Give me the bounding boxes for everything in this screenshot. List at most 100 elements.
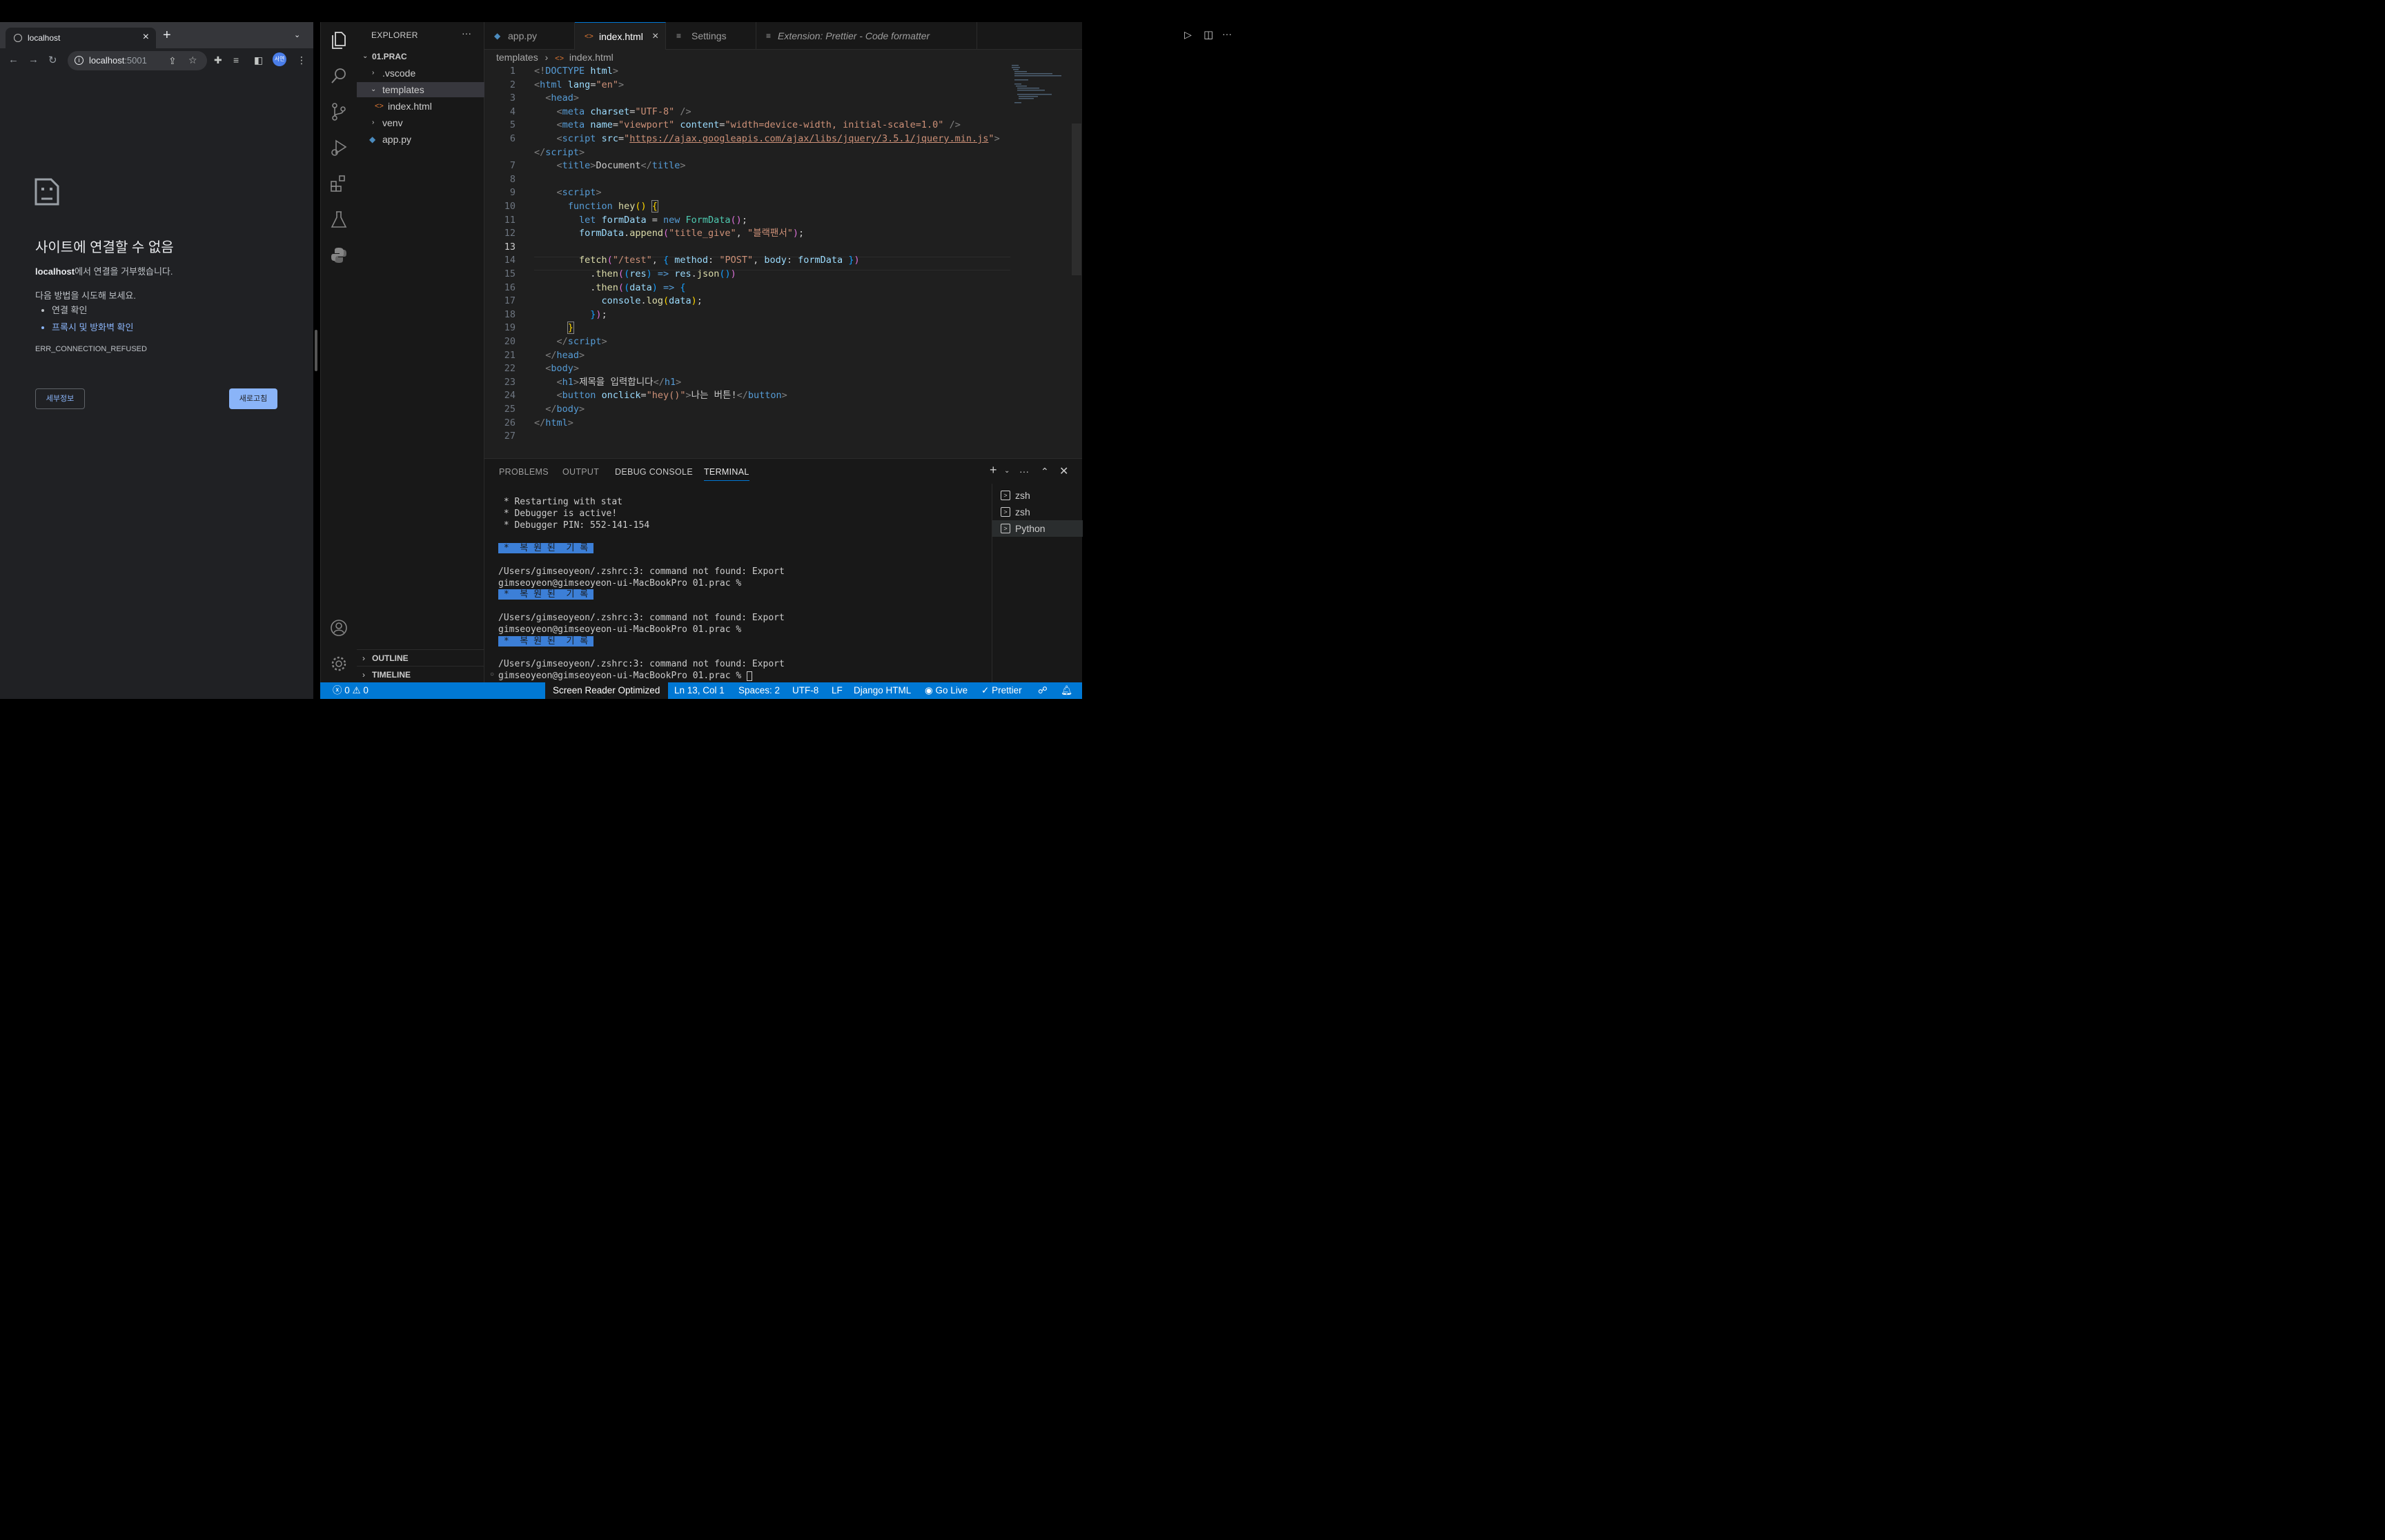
close-icon[interactable]: × — [652, 23, 658, 50]
minimap[interactable] — [1012, 65, 1067, 106]
back-icon[interactable]: ← — [8, 54, 19, 66]
close-panel-icon[interactable]: ✕ — [1059, 464, 1068, 478]
site-info-icon[interactable]: i — [75, 56, 84, 65]
search-icon[interactable] — [329, 66, 349, 86]
extensions-puzzle-icon[interactable]: ✚ — [214, 55, 222, 66]
code-line[interactable]: <!DOCTYPE html> — [534, 65, 618, 79]
tree-item-index-html[interactable]: <> index.html — [357, 99, 484, 114]
code-line[interactable]: <button onclick="hey()">나는 버튼!</button> — [534, 389, 787, 403]
window-divider[interactable] — [313, 22, 320, 699]
tab-settings[interactable]: ≡ Settings — [666, 22, 756, 50]
code-line[interactable]: .then((res) => res.json()) — [534, 268, 736, 282]
language-mode[interactable]: Django HTML — [854, 682, 911, 699]
encoding-status[interactable]: UTF-8 — [792, 682, 818, 699]
split-editor-icon[interactable]: ◫ — [1204, 28, 1213, 41]
breadcrumb-file[interactable]: index.html — [569, 52, 614, 63]
tab-problems[interactable]: PROBLEMS — [499, 467, 549, 477]
tab-debug-console[interactable]: DEBUG CONSOLE — [615, 467, 693, 477]
code-line[interactable]: <script> — [534, 186, 602, 200]
new-tab-button[interactable]: + — [163, 28, 171, 42]
source-control-icon[interactable] — [329, 102, 349, 121]
code-line[interactable]: <meta name="viewport" content="width=dev… — [534, 119, 961, 132]
breadcrumb-folder[interactable]: templates — [496, 52, 538, 63]
code-line[interactable]: }); — [534, 308, 607, 322]
terminal-item-zsh[interactable]: > zsh — [992, 487, 1083, 504]
suggestion-link-proxy[interactable]: 프록시 및 방화벽 확인 — [52, 320, 133, 333]
code-line[interactable]: <script src="https://ajax.googleapis.com… — [534, 132, 1000, 146]
problems-indicator[interactable]: ⓧ 0 ⚠ 0 — [333, 682, 369, 699]
code-line[interactable]: console.log(data); — [534, 295, 703, 308]
tab-extension-prettier[interactable]: ≡ Extension: Prettier - Code formatter — [756, 22, 977, 50]
side-panel-icon[interactable]: ◧ — [254, 55, 263, 66]
run-icon[interactable]: ▷ — [1184, 29, 1192, 41]
divider-grip[interactable] — [315, 330, 317, 371]
feedback-icon[interactable]: ☍ — [1038, 682, 1048, 699]
explorer-files-icon[interactable] — [329, 30, 349, 50]
tab-app-py[interactable]: ◆ app.py — [484, 22, 575, 50]
prettier-status[interactable]: ✓ Prettier — [981, 682, 1022, 699]
code-line[interactable]: fetch("/test", { method: "POST", body: f… — [534, 254, 860, 268]
browser-tab[interactable]: localhost × — [6, 28, 156, 48]
code-line[interactable]: <head> — [534, 92, 579, 106]
indentation-status[interactable]: Spaces: 2 — [738, 682, 780, 699]
code-line[interactable]: } — [534, 322, 574, 335]
code-line[interactable]: </script> — [534, 146, 585, 160]
tree-item-venv[interactable]: › venv — [357, 115, 484, 130]
reload-icon[interactable]: ↻ — [48, 54, 57, 66]
more-actions-icon[interactable]: ··· — [462, 28, 471, 39]
chrome-menu-icon[interactable]: ⋮ — [297, 55, 306, 66]
share-icon[interactable]: ⇪ — [168, 55, 177, 67]
code-line[interactable]: .then((data) => { — [534, 282, 685, 295]
code-line[interactable]: formData.append("title_give", "블랙팬서"); — [534, 227, 804, 241]
screen-reader-status[interactable]: Screen Reader Optimized — [553, 682, 660, 699]
scrollbar-thumb[interactable] — [1072, 124, 1081, 275]
details-button[interactable]: 세부정보 — [35, 388, 85, 409]
code-editor[interactable]: 1 2 3 4 5 6 7 8 9 10 11 12 13 14 15 16 17 18 19 20 21 22 23 24 2… — [484, 65, 1082, 458]
code-line[interactable]: let formData = new FormData(); — [534, 214, 747, 228]
bookmark-star-icon[interactable]: ☆ — [188, 55, 197, 66]
chevron-down-icon[interactable]: ⌄ — [1004, 467, 1010, 475]
settings-gear-icon[interactable] — [329, 654, 349, 673]
editor-more-icon[interactable]: ··· — [1222, 28, 1232, 39]
panel-more-icon[interactable]: ··· — [1019, 466, 1029, 477]
code-line[interactable]: </html> — [534, 417, 573, 431]
editor-scrollbar[interactable] — [1072, 65, 1081, 458]
code-line[interactable]: </head> — [534, 349, 585, 363]
terminal-item-zsh[interactable]: > zsh — [992, 504, 1083, 520]
address-bar[interactable]: i localhost:5001 ⇪ ☆ — [68, 51, 207, 70]
code-line[interactable]: <title>Document</title> — [534, 159, 686, 173]
tab-search-chevron-icon[interactable]: ⌄ — [294, 30, 300, 39]
tree-item-templates[interactable]: ⌄ templates — [357, 82, 484, 97]
outline-section[interactable]: › OUTLINE — [357, 649, 484, 666]
code-line[interactable]: </body> — [534, 403, 585, 417]
code-line[interactable]: <h1>제목을 입력합니다</h1> — [534, 376, 682, 390]
eol-status[interactable]: LF — [832, 682, 843, 699]
code-line[interactable]: </script> — [534, 335, 607, 349]
tree-item-app-py[interactable]: ◆ app.py — [357, 132, 484, 147]
accounts-icon[interactable] — [329, 618, 349, 638]
terminal-item-python[interactable]: > Python — [992, 520, 1083, 537]
cursor-position[interactable]: Ln 13, Col 1 — [674, 682, 725, 699]
go-live-button[interactable]: ◉ Go Live — [925, 682, 968, 699]
extensions-icon[interactable] — [329, 174, 349, 193]
code-line[interactable]: <html lang="en"> — [534, 79, 624, 92]
profile-avatar[interactable]: 서연 — [273, 52, 286, 66]
terminal-output[interactable]: * Restarting with stat * Debugger is act… — [498, 496, 985, 682]
tab-index-html[interactable]: <> index.html × — [575, 22, 666, 50]
code-line[interactable]: function hey() { — [534, 200, 658, 214]
code-line[interactable]: <body> — [534, 362, 579, 376]
testing-flask-icon[interactable] — [329, 210, 349, 229]
reading-list-icon[interactable]: ≡ — [233, 55, 239, 66]
tab-terminal[interactable]: TERMINAL — [704, 467, 749, 481]
reload-button[interactable]: 새로고침 — [229, 388, 277, 409]
python-icon[interactable] — [329, 246, 349, 265]
new-terminal-plus-icon[interactable]: + — [990, 463, 997, 477]
explorer-root-folder[interactable]: ⌄ 01.PRAC — [357, 49, 484, 64]
forward-icon[interactable]: → — [28, 54, 39, 66]
maximize-panel-icon[interactable]: ⌃ — [1041, 466, 1049, 477]
run-debug-icon[interactable] — [329, 138, 349, 157]
notifications-bell-icon[interactable]: 🔔︎ — [1061, 682, 1072, 699]
tab-output[interactable]: OUTPUT — [562, 467, 599, 477]
tree-item-vscode[interactable]: › .vscode — [357, 66, 484, 81]
close-tab-icon[interactable]: × — [143, 31, 149, 43]
